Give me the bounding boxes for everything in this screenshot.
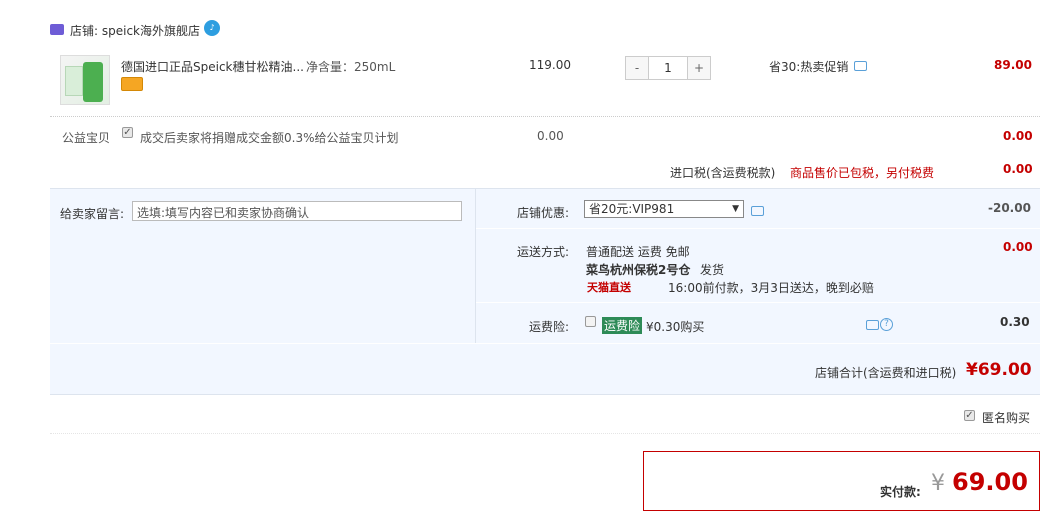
warehouse-name: 菜鸟杭州保税2号仓: [586, 263, 691, 277]
credit-card-icon: [121, 77, 143, 91]
promo-text: 省30:热卖促销: [769, 60, 849, 74]
tax-note: 商品售价已包税，另付税费: [790, 166, 935, 180]
product-bottle-image: [83, 62, 103, 102]
charity-label: 公益宝贝: [62, 131, 111, 145]
panel-divider: [476, 228, 1040, 229]
charity-checkbox[interactable]: [122, 127, 133, 138]
product-title[interactable]: 德国进口正品Speick穗甘松精油...: [121, 58, 304, 75]
coupon-selected-value: 省20元:VIP981: [589, 202, 675, 216]
coupon-label: 店铺优惠:: [517, 206, 570, 220]
payment-currency: ¥: [931, 471, 945, 496]
shop-name[interactable]: 店铺: speick海外旗舰店: [70, 22, 200, 39]
panel-divider: [476, 302, 1040, 303]
payment-label: 实付款:: [880, 485, 921, 499]
divider: [50, 433, 1040, 434]
charity-text: 成交后卖家将捐赠成交金额0.3%给公益宝贝计划: [140, 131, 399, 145]
seller-message-label: 给卖家留言:: [60, 207, 125, 221]
quantity-minus-button[interactable]: -: [626, 57, 648, 79]
insurance-label: 运费险:: [529, 320, 570, 334]
dropdown-arrow-icon: ▼: [732, 204, 739, 214]
panel-divider: [50, 343, 1040, 344]
delivery-promise: 16:00前付款，3月3日送达，晚到必赔: [668, 281, 874, 295]
coupon-info-icon[interactable]: [751, 206, 764, 216]
insurance-price: ¥0.30购买: [646, 320, 705, 334]
quantity-plus-button[interactable]: +: [688, 57, 710, 79]
charity-price: 0.00: [537, 129, 564, 143]
import-tax-amount: 0.00: [1003, 162, 1033, 176]
charity-subtotal: 0.00: [1003, 129, 1033, 143]
shop-badge-icon: [50, 24, 64, 35]
insurance-tag: 运费险: [602, 317, 643, 334]
unit-price: 119.00: [529, 58, 571, 72]
import-tax-label: 进口税(含运费税款): [670, 166, 776, 180]
payment-total: 69.00: [952, 468, 1028, 496]
insurance-chat-icon[interactable]: [866, 320, 879, 330]
store-total-label: 店铺合计(含运费和进口税): [815, 366, 957, 380]
panel-top-border: [50, 188, 1040, 189]
item-subtotal: 89.00: [994, 58, 1032, 72]
product-spec: 净含量：250mL: [306, 60, 396, 74]
product-bag-image: [65, 66, 83, 96]
anonymous-label: 匿名购买: [982, 411, 1031, 425]
quantity-input[interactable]: 1: [648, 57, 688, 79]
help-icon[interactable]: ?: [880, 318, 893, 331]
seller-message-input[interactable]: 选填:填写内容已和卖家协商确认: [132, 201, 462, 221]
coupon-amount: -20.00: [988, 201, 1031, 215]
promo-info-icon[interactable]: [854, 61, 867, 71]
shipping-amount: 0.00: [1003, 240, 1033, 254]
insurance-amount: 0.30: [1000, 315, 1030, 329]
wangwang-chat-icon[interactable]: ♪: [204, 20, 220, 36]
shipping-label: 运送方式:: [517, 245, 570, 259]
panel-vertical-divider: [475, 188, 476, 343]
quantity-stepper[interactable]: - 1 +: [625, 56, 711, 80]
dispatch-text: 发货: [700, 263, 725, 277]
divider: [50, 116, 1040, 117]
store-total-value: ¥69.00: [966, 360, 1032, 380]
anonymous-checkbox[interactable]: [964, 410, 975, 421]
tmall-direct-tag: 天猫直送: [587, 281, 631, 294]
product-thumbnail[interactable]: [60, 55, 110, 105]
shipping-method: 普通配送 运费 免邮: [586, 245, 690, 259]
coupon-select[interactable]: 省20元:VIP981 ▼: [584, 200, 744, 218]
panel-bottom-border: [50, 394, 1040, 395]
insurance-checkbox[interactable]: [585, 316, 596, 327]
